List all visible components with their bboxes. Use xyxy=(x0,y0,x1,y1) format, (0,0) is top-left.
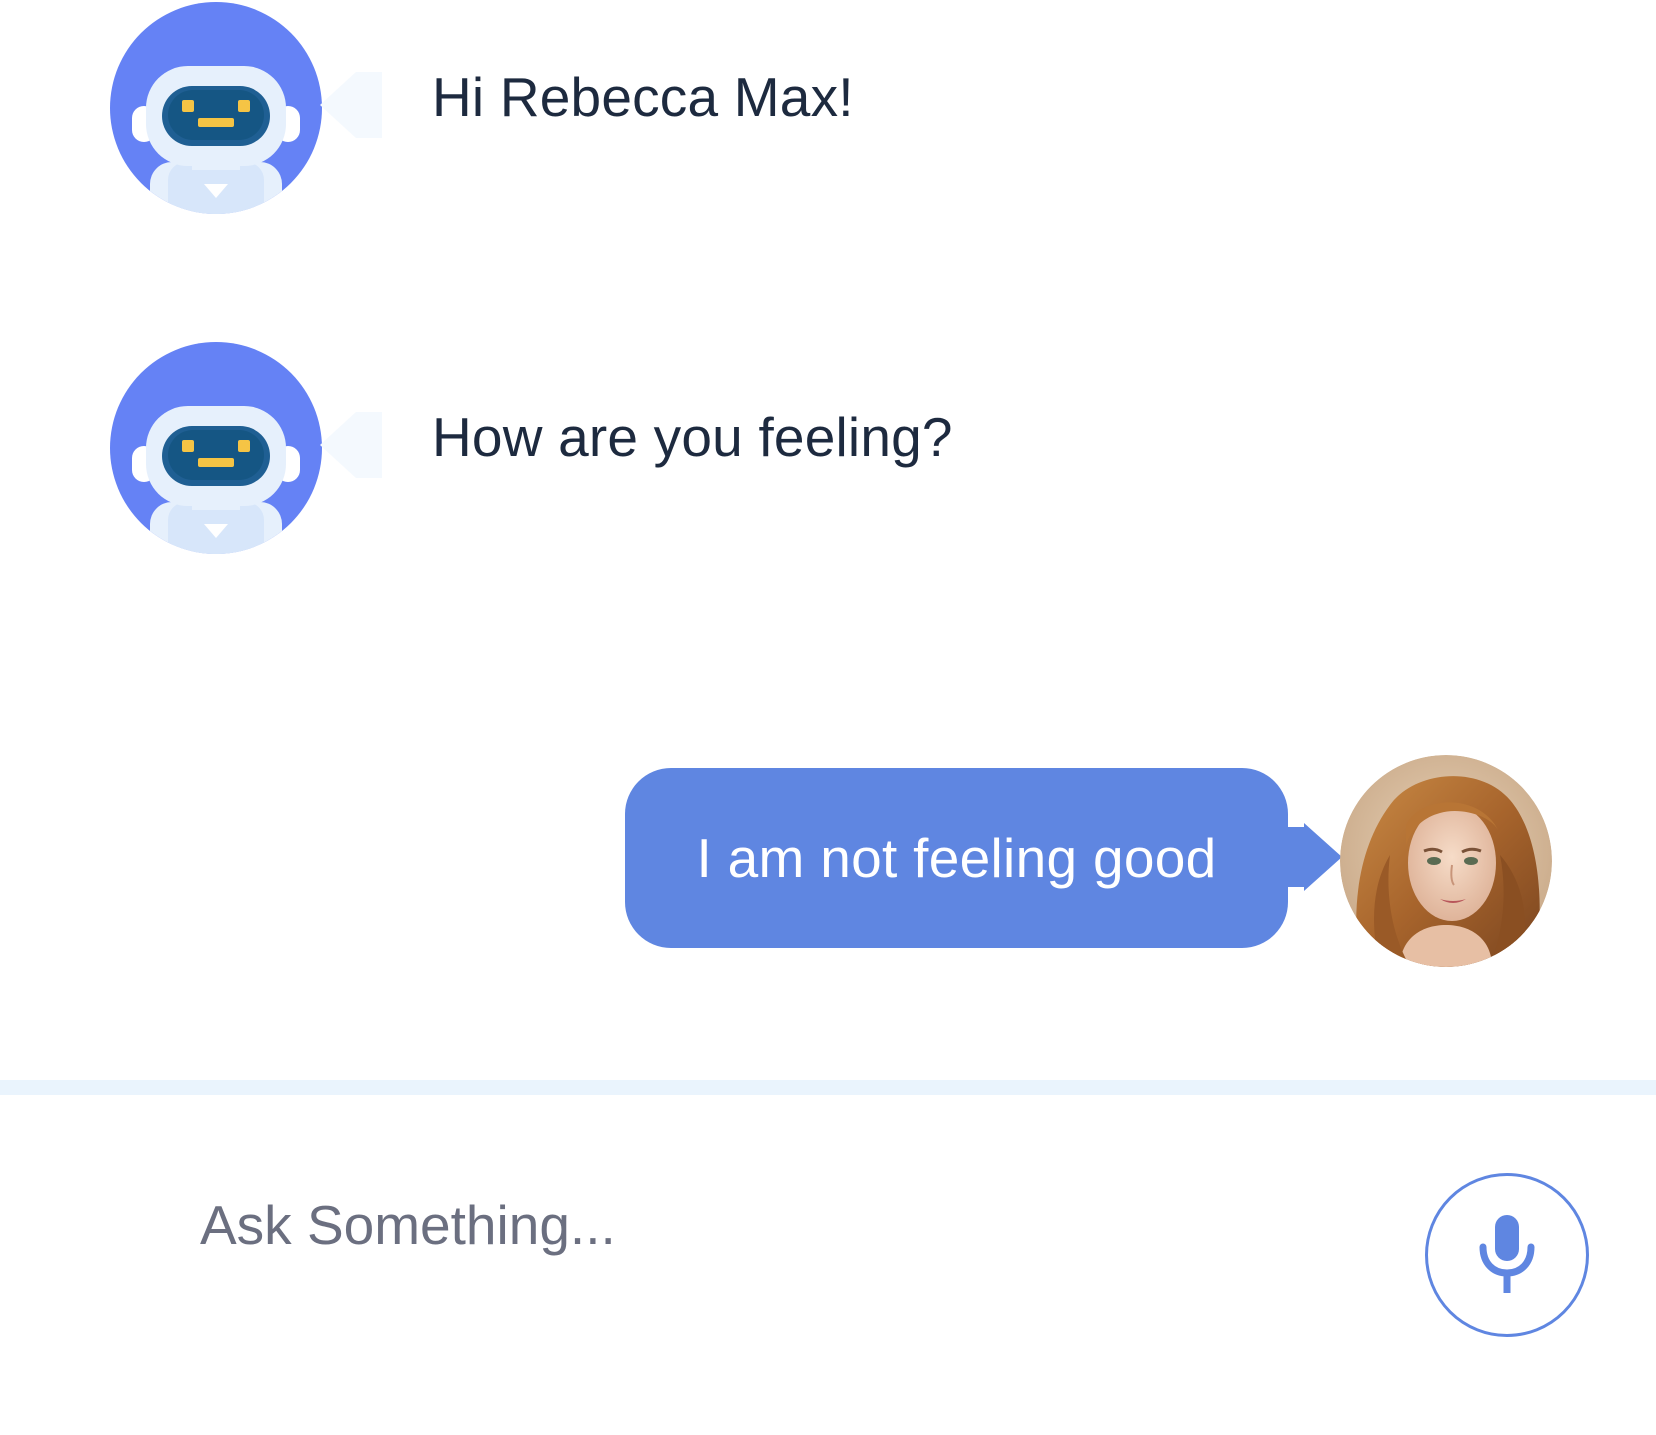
bubble-tail xyxy=(320,412,382,478)
message-text: Hi Rebecca Max! xyxy=(432,66,854,128)
bot-message: Hi Rebecca Max! xyxy=(110,0,1310,214)
message-text: I am not feeling good xyxy=(696,827,1217,889)
user-message-bubble: I am not feeling good xyxy=(625,768,1288,948)
bot-message: How are you feeling? xyxy=(110,340,1310,554)
message-text: How are you feeling? xyxy=(432,406,953,468)
ask-input[interactable] xyxy=(200,1185,1300,1265)
user-photo-avatar xyxy=(1340,755,1552,967)
user-message: I am not feeling good xyxy=(620,755,1620,970)
robot-avatar-icon xyxy=(110,2,322,214)
microphone-icon xyxy=(1479,1215,1535,1293)
microphone-button[interactable] xyxy=(1425,1173,1589,1337)
message-composer xyxy=(0,1095,1656,1435)
robot-avatar-icon xyxy=(110,342,322,554)
composer-divider xyxy=(0,1080,1656,1095)
bubble-tail xyxy=(1286,823,1342,891)
bubble-tail xyxy=(320,72,382,138)
